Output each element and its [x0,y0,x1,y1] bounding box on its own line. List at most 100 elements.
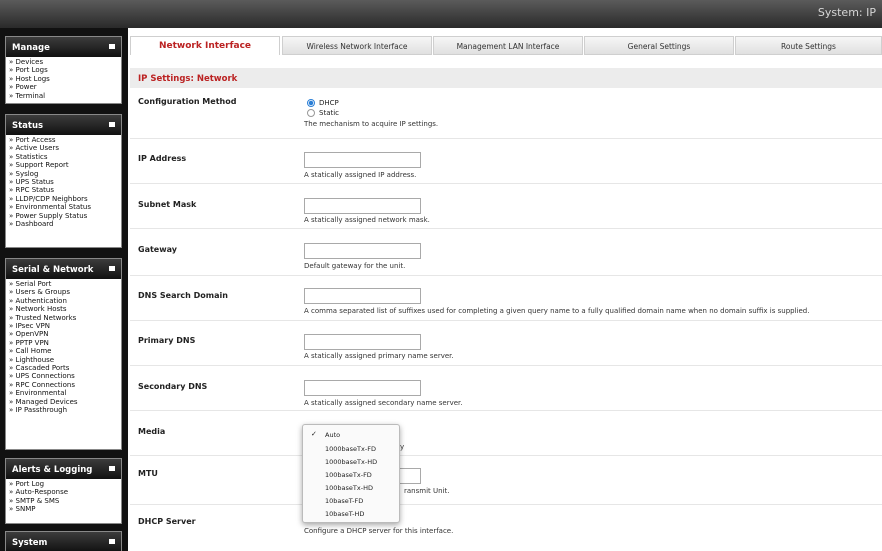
ip-address-help: A statically assigned IP address. [304,171,417,179]
static-radio[interactable] [307,109,315,117]
sidebar-item-terminal[interactable]: » Terminal [9,92,121,100]
sidebar-item-auto-response[interactable]: » Auto-Response [9,488,121,496]
configuration-method-label: Configuration Method [138,97,237,106]
primary-dns-input[interactable] [304,334,421,350]
main-content: Network Interface Wireless Network Inter… [128,28,882,551]
media-option-1000basetx-hd[interactable]: 1000baseTx-HD [325,458,377,466]
row-gateway: Gateway Default gateway for the unit. [130,229,882,276]
menu-status-header[interactable]: Status [6,115,121,135]
dhcp-radio[interactable] [307,99,315,107]
sidebar-item-managed-devices[interactable]: » Managed Devices [9,398,121,406]
ip-address-input[interactable] [304,152,421,168]
gateway-input[interactable] [304,243,421,259]
page-title: System: IP [817,6,876,19]
menu-manage: Manage » Devices » Port Logs » Host Logs… [5,36,122,104]
sidebar-item-snmp[interactable]: » SNMP [9,505,121,513]
top-bar: System: IP [0,0,882,28]
sidebar-item-ups-status[interactable]: » UPS Status [9,178,121,186]
sidebar-item-power[interactable]: » Power [9,83,121,91]
section-title: IP Settings: Network [130,68,882,88]
sidebar: Manage » Devices » Port Logs » Host Logs… [0,28,128,551]
static-radio-label: Static [319,109,340,117]
check-icon: ✓ [311,430,317,438]
sidebar-item-lldp-cdp-neighbors[interactable]: » LLDP/CDP Neighbors [9,195,121,203]
sidebar-item-users-groups[interactable]: » Users & Groups [9,288,121,296]
tab-wireless-network-interface[interactable]: Wireless Network Interface [282,36,432,55]
tab-route-settings[interactable]: Route Settings [735,36,882,55]
media-select-dropdown[interactable]: ✓ Auto 1000baseTx-FD 1000baseTx-HD 100ba… [302,424,400,523]
media-help-fragment: y [400,443,405,451]
menu-serial-network-header[interactable]: Serial & Network [6,259,121,279]
row-subnet-mask: Subnet Mask A statically assigned networ… [130,184,882,229]
row-mtu: MTU ransmit Unit. [130,456,882,505]
media-option-10baset-fd[interactable]: 10baseT-FD [325,497,363,505]
sidebar-item-authentication[interactable]: » Authentication [9,297,121,305]
row-dhcp-server: DHCP Server Configure a DHCP server for … [130,505,882,551]
dhcp-radio-label: DHCP [319,99,339,107]
secondary-dns-label: Secondary DNS [138,382,208,391]
sidebar-item-ups-connections[interactable]: » UPS Connections [9,372,121,380]
sidebar-item-port-access[interactable]: » Port Access [9,136,121,144]
sidebar-item-host-logs[interactable]: » Host Logs [9,75,121,83]
sidebar-item-power-supply-status[interactable]: » Power Supply Status [9,212,121,220]
tab-network-interface[interactable]: Network Interface [130,36,280,55]
media-option-100basetx-fd[interactable]: 100baseTx-FD [325,471,372,479]
sidebar-item-active-users[interactable]: » Active Users [9,144,121,152]
sidebar-item-cascaded-ports[interactable]: » Cascaded Ports [9,364,121,372]
sidebar-item-support-report[interactable]: » Support Report [9,161,121,169]
ip-address-label: IP Address [138,154,187,163]
configuration-method-help: The mechanism to acquire IP settings. [304,120,439,128]
subnet-mask-input[interactable] [304,198,421,214]
sidebar-item-port-log[interactable]: » Port Log [9,480,121,488]
sidebar-item-ipsec-vpn[interactable]: » IPsec VPN [9,322,121,330]
sidebar-item-port-logs[interactable]: » Port Logs [9,66,121,74]
tab-bar: Network Interface Wireless Network Inter… [128,36,882,55]
row-configuration-method: Configuration Method DHCP Static The mec… [130,89,882,139]
primary-dns-help: A statically assigned primary name serve… [304,352,454,360]
collapse-icon[interactable] [109,122,115,127]
sidebar-item-call-home[interactable]: » Call Home [9,347,121,355]
sidebar-item-environmental-status[interactable]: » Environmental Status [9,203,121,211]
sidebar-item-pptp-vpn[interactable]: » PPTP VPN [9,339,121,347]
tab-general-settings[interactable]: General Settings [584,36,734,55]
menu-system-header[interactable]: System [6,532,121,551]
sidebar-item-ip-passthrough[interactable]: » IP Passthrough [9,406,121,414]
sidebar-item-devices[interactable]: » Devices [9,58,121,66]
sidebar-item-lighthouse[interactable]: » Lighthouse [9,356,121,364]
secondary-dns-help: A statically assigned secondary name ser… [304,399,463,407]
media-option-1000basetx-fd[interactable]: 1000baseTx-FD [325,445,376,453]
collapse-icon[interactable] [109,44,115,49]
menu-alerts-logging: Alerts & Logging » Port Log » Auto-Respo… [5,458,122,524]
gateway-label: Gateway [138,245,177,254]
dhcp-server-help: Configure a DHCP server for this interfa… [304,527,454,535]
dns-search-domain-label: DNS Search Domain [138,291,228,300]
sidebar-item-dashboard[interactable]: » Dashboard [9,220,121,228]
collapse-icon[interactable] [109,466,115,471]
menu-serial-network-title: Serial & Network [12,265,94,275]
secondary-dns-input[interactable] [304,380,421,396]
menu-status-title: Status [12,121,44,131]
sidebar-item-rpc-status[interactable]: » RPC Status [9,186,121,194]
menu-alerts-logging-header[interactable]: Alerts & Logging [6,459,121,479]
dns-search-domain-help: A comma separated list of suffixes used … [304,307,810,315]
sidebar-item-trusted-networks[interactable]: » Trusted Networks [9,314,121,322]
sidebar-item-openvpn[interactable]: » OpenVPN [9,330,121,338]
media-option-auto[interactable]: Auto [325,431,340,439]
media-option-100basetx-hd[interactable]: 100baseTx-HD [325,484,373,492]
dns-search-domain-input[interactable] [304,288,421,304]
tab-management-lan-interface[interactable]: Management LAN Interface [433,36,583,55]
sidebar-item-environmental[interactable]: » Environmental [9,389,121,397]
row-secondary-dns: Secondary DNS A statically assigned seco… [130,366,882,411]
sidebar-item-smtp-sms[interactable]: » SMTP & SMS [9,497,121,505]
collapse-icon[interactable] [109,539,115,544]
sidebar-item-network-hosts[interactable]: » Network Hosts [9,305,121,313]
media-option-10baset-hd[interactable]: 10baseT-HD [325,510,364,518]
dhcp-server-label: DHCP Server [138,517,196,526]
gateway-help: Default gateway for the unit. [304,262,406,270]
sidebar-item-rpc-connections[interactable]: » RPC Connections [9,381,121,389]
sidebar-item-statistics[interactable]: » Statistics [9,153,121,161]
sidebar-item-syslog[interactable]: » Syslog [9,170,121,178]
sidebar-item-serial-port[interactable]: » Serial Port [9,280,121,288]
collapse-icon[interactable] [109,266,115,271]
menu-manage-header[interactable]: Manage [6,37,121,57]
